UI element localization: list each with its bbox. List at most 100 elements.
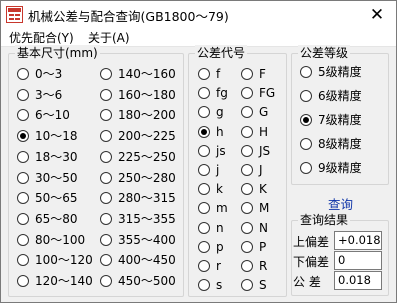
- size-option-radio[interactable]: 0～3: [17, 66, 62, 82]
- size-option-radio[interactable]: 18～30: [17, 149, 78, 165]
- radio-button-icon[interactable]: [241, 183, 253, 196]
- tolerance-code-option-radio[interactable]: P: [241, 239, 266, 255]
- radio-button-icon[interactable]: [241, 68, 253, 80]
- radio-button-icon[interactable]: [100, 88, 112, 101]
- radio-button-icon[interactable]: [241, 125, 253, 138]
- tolerance-code-option-radio[interactable]: p: [198, 239, 224, 255]
- tolerance-code-option-radio[interactable]: h: [198, 124, 224, 140]
- size-option-radio[interactable]: 180～200: [100, 107, 176, 123]
- size-option-radio[interactable]: 10～18: [17, 128, 78, 144]
- radio-button-icon[interactable]: [300, 66, 312, 78]
- radio-button-icon[interactable]: [241, 240, 253, 253]
- tolerance-code-option-radio[interactable]: s: [198, 277, 222, 293]
- radio-button-icon[interactable]: [100, 109, 112, 122]
- tolerance-code-option-radio[interactable]: H: [241, 124, 268, 140]
- radio-button-icon[interactable]: [241, 164, 253, 176]
- radio-button-icon[interactable]: [198, 87, 210, 100]
- size-option-radio[interactable]: 355～400: [100, 232, 176, 248]
- radio-button-icon[interactable]: [241, 279, 253, 292]
- radio-button-icon[interactable]: [300, 138, 312, 150]
- radio-button-icon[interactable]: [17, 88, 29, 101]
- radio-button-icon[interactable]: [100, 254, 112, 267]
- close-button[interactable]: ✕: [361, 2, 393, 27]
- tolerance-code-option-radio[interactable]: J: [241, 162, 263, 178]
- tolerance-code-option-radio[interactable]: FG: [241, 85, 275, 101]
- radio-button-icon[interactable]: [17, 150, 29, 163]
- radio-button-icon[interactable]: [198, 260, 210, 272]
- tolerance-code-option-radio[interactable]: JS: [241, 143, 270, 159]
- radio-button-icon[interactable]: [17, 109, 29, 122]
- tolerance-code-option-radio[interactable]: f: [198, 66, 220, 82]
- tolerance-code-option-radio[interactable]: G: [241, 104, 268, 120]
- tolerance-grade-option-radio[interactable]: 8级精度: [300, 136, 362, 152]
- tolerance-code-option-radio[interactable]: K: [241, 181, 267, 197]
- radio-button-icon[interactable]: [241, 144, 253, 157]
- radio-button-icon[interactable]: [100, 68, 112, 80]
- radio-button-icon[interactable]: [198, 279, 210, 292]
- tolerance-code-option-radio[interactable]: n: [198, 220, 224, 236]
- radio-button-icon[interactable]: [17, 212, 29, 225]
- tolerance-grade-option-radio[interactable]: 6级精度: [300, 88, 362, 104]
- radio-button-icon[interactable]: [241, 106, 253, 119]
- tolerance-code-option-radio[interactable]: m: [198, 200, 228, 216]
- size-option-radio[interactable]: 120～140: [17, 273, 93, 289]
- radio-button-icon[interactable]: [198, 144, 210, 157]
- size-option-radio[interactable]: 100～120: [17, 252, 93, 268]
- tolerance-code-option-radio[interactable]: F: [241, 66, 266, 82]
- radio-button-icon[interactable]: [198, 240, 210, 253]
- radio-button-icon[interactable]: [17, 171, 29, 184]
- radio-button-icon[interactable]: [300, 114, 312, 126]
- radio-button-icon[interactable]: [198, 202, 210, 215]
- size-option-radio[interactable]: 225～250: [100, 149, 176, 165]
- radio-button-icon[interactable]: [241, 221, 253, 234]
- size-option-radio[interactable]: 280～315: [100, 190, 176, 206]
- radio-button-icon[interactable]: [300, 162, 312, 174]
- menu-preferred-fits[interactable]: 优先配合(Y): [9, 29, 74, 46]
- radio-button-icon[interactable]: [198, 164, 210, 176]
- radio-button-icon[interactable]: [100, 130, 112, 143]
- radio-button-icon[interactable]: [17, 192, 29, 205]
- radio-button-icon[interactable]: [100, 212, 112, 225]
- radio-button-icon[interactable]: [100, 150, 112, 163]
- radio-button-icon[interactable]: [198, 68, 210, 80]
- tolerance-code-option-radio[interactable]: fg: [198, 85, 228, 101]
- upper-deviation-field[interactable]: +0.018: [334, 231, 382, 250]
- tolerance-code-option-radio[interactable]: S: [241, 277, 267, 293]
- size-option-radio[interactable]: 30～50: [17, 170, 78, 186]
- size-option-radio[interactable]: 160～180: [100, 87, 176, 103]
- size-option-radio[interactable]: 3～6: [17, 87, 62, 103]
- size-option-radio[interactable]: 200～225: [100, 128, 176, 144]
- tolerance-code-option-radio[interactable]: R: [241, 258, 267, 274]
- tolerance-grade-option-radio[interactable]: 7级精度: [300, 112, 362, 128]
- tolerance-code-option-radio[interactable]: j: [198, 162, 219, 178]
- radio-button-icon[interactable]: [198, 183, 210, 196]
- size-option-radio[interactable]: 250～280: [100, 170, 176, 186]
- query-button[interactable]: 查询: [328, 194, 353, 213]
- radio-button-icon[interactable]: [300, 90, 312, 102]
- radio-button-icon[interactable]: [198, 125, 210, 138]
- radio-button-icon[interactable]: [100, 171, 112, 184]
- tolerance-code-option-radio[interactable]: k: [198, 181, 223, 197]
- tolerance-code-option-radio[interactable]: N: [241, 220, 268, 236]
- lower-deviation-field[interactable]: 0: [334, 251, 382, 270]
- radio-button-icon[interactable]: [17, 275, 29, 287]
- tolerance-code-option-radio[interactable]: g: [198, 104, 224, 120]
- radio-button-icon[interactable]: [100, 275, 112, 287]
- radio-button-icon[interactable]: [241, 202, 253, 215]
- radio-button-icon[interactable]: [17, 254, 29, 267]
- size-option-radio[interactable]: 450～500: [100, 273, 176, 289]
- tolerance-code-option-radio[interactable]: M: [241, 200, 269, 216]
- size-option-radio[interactable]: 140～160: [100, 66, 176, 82]
- size-option-radio[interactable]: 6～10: [17, 107, 70, 123]
- size-option-radio[interactable]: 400～450: [100, 252, 176, 268]
- radio-button-icon[interactable]: [100, 192, 112, 205]
- radio-button-icon[interactable]: [198, 221, 210, 234]
- radio-button-icon[interactable]: [241, 260, 253, 272]
- tolerance-grade-option-radio[interactable]: 5级精度: [300, 64, 362, 80]
- tolerance-code-option-radio[interactable]: js: [198, 143, 226, 159]
- tolerance-code-option-radio[interactable]: r: [198, 258, 221, 274]
- radio-button-icon[interactable]: [100, 233, 112, 246]
- radio-button-icon[interactable]: [241, 87, 253, 100]
- menu-about[interactable]: 关于(A): [88, 29, 130, 46]
- radio-button-icon[interactable]: [17, 130, 29, 143]
